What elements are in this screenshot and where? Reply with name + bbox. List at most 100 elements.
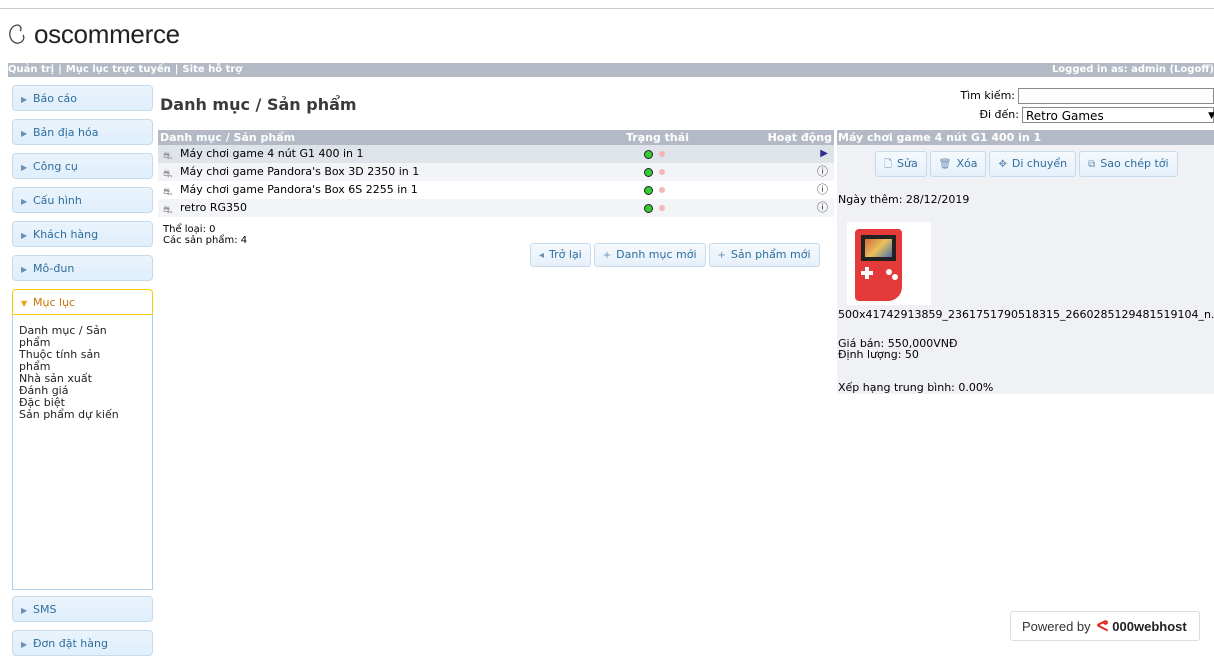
- product-image: [847, 222, 931, 305]
- search-label: Tìm kiếm:: [960, 89, 1015, 102]
- sidebar-item-label: Mục lục: [33, 296, 76, 309]
- chevron-left-icon: ◂: [539, 250, 545, 261]
- grid-counts: Thể loại: 0 Các sản phẩm: 4: [163, 224, 247, 246]
- new-product-label: Sản phẩm mới: [730, 248, 811, 261]
- back-button[interactable]: ◂ Trở lại: [530, 243, 591, 267]
- info-toolbar: 🗋 Sửa 🗑 Xóa ✥ Di chuyển ⧉ Sao chép tới: [875, 151, 1181, 177]
- sidebar-item-tools[interactable]: ▶ Công cụ: [12, 153, 153, 179]
- date-added: Ngày thêm: 28/12/2019: [838, 193, 970, 206]
- nav-online-catalog-link[interactable]: Mục lục trực tuyến: [66, 64, 171, 75]
- logged-in-status[interactable]: Logged in as: admin (Logoff): [1052, 63, 1214, 77]
- price-quantity: Giá bán: 550,000VNĐ Định lượng: 50: [838, 338, 957, 360]
- sidebar-item-orders[interactable]: ▶ Đơn đặt hàng: [12, 630, 153, 656]
- grid-header: Danh mục / Sản phẩm Trạng thái Hoạt động: [158, 130, 834, 145]
- plus-icon: +: [717, 250, 726, 261]
- header-status: Trạng thái: [626, 131, 689, 144]
- goto-label: Đi đến:: [979, 108, 1019, 121]
- powered-by-badge[interactable]: Powered by ᕙ 000webhost: [1010, 611, 1200, 641]
- info-icon[interactable]: ⓘ: [817, 199, 828, 217]
- sidebar-item-modules[interactable]: ▶ Mô-đun: [12, 255, 153, 281]
- nav-support-site-link[interactable]: Site hỗ trợ: [182, 64, 242, 75]
- sidebar-item-label: Công cụ: [33, 160, 78, 173]
- chevron-right-icon: ▶: [21, 231, 28, 240]
- submenu-product-attributes[interactable]: Thuộc tính sản phẩm: [19, 349, 129, 373]
- status-active-icon: [644, 150, 653, 159]
- info-title: Máy chơi game 4 nút G1 400 in 1: [837, 130, 1214, 145]
- chevron-right-icon: ▶: [21, 95, 28, 104]
- sidebar-item-reports[interactable]: ▶ Báo cáo: [12, 85, 153, 111]
- table-row[interactable]: ⛐ Máy chơi game 4 nút G1 400 in 1 ▶: [158, 145, 834, 163]
- status-inactive-icon[interactable]: [659, 151, 665, 157]
- chevron-right-icon: ▶: [21, 197, 28, 206]
- categories-count: Thể loại: 0: [163, 224, 216, 235]
- average-rating: Xếp hạng trung bình: 0.00%: [838, 381, 994, 394]
- status-active-icon: [644, 168, 653, 177]
- webhost-brand: 000webhost: [1112, 618, 1187, 634]
- grid-buttons: ◂ Trở lại + Danh mục mới + Sản phẩm mới: [530, 243, 823, 267]
- nav-admin-link[interactable]: Quản trị: [8, 64, 54, 75]
- product-icon: ⛐: [163, 203, 173, 216]
- goto-select[interactable]: Retro Games ▼: [1022, 106, 1214, 123]
- table-row[interactable]: ⛐ retro RG350 ⓘ: [158, 199, 834, 217]
- chevron-down-icon: ▼: [1208, 110, 1214, 121]
- webhost-logo-icon: ᕙ: [1096, 618, 1109, 635]
- sidebar-item-label: Mô-đun: [33, 262, 75, 275]
- back-button-label: Trở lại: [549, 248, 582, 261]
- sidebar-item-configuration[interactable]: ▶ Cấu hình: [12, 187, 153, 213]
- product-name[interactable]: Máy chơi game 4 nút G1 400 in 1: [180, 145, 364, 163]
- search-panel: Tìm kiếm: Đi đến: Retro Games ▼: [960, 86, 1214, 124]
- submenu-products-expected[interactable]: Sản phẩm dự kiến: [19, 409, 129, 421]
- new-category-label: Danh mục mới: [616, 248, 697, 261]
- product-quantity: Định lượng: 50: [838, 348, 919, 361]
- sidebar-item-label: Báo cáo: [33, 92, 78, 105]
- info-icon[interactable]: ⓘ: [817, 163, 828, 181]
- status-inactive-icon[interactable]: [659, 205, 665, 211]
- oscommerce-logo-icon: [9, 24, 25, 44]
- oscommerce-logo[interactable]: oscommerce: [8, 18, 180, 49]
- move-button[interactable]: ✥ Di chuyển: [989, 151, 1077, 177]
- status-active-icon: [644, 186, 653, 195]
- document-icon: 🗋: [884, 159, 893, 170]
- sidebar: ▶ Báo cáo ▶ Bản địa hóa ▶ Công cụ ▶ Cấu hình…: [12, 85, 153, 664]
- logo-text: oscommerce: [34, 18, 180, 49]
- edit-label: Sửa: [897, 157, 918, 170]
- status-inactive-icon[interactable]: [659, 187, 665, 193]
- sidebar-item-localization[interactable]: ▶ Bản địa hóa: [12, 119, 153, 145]
- chevron-right-icon: ▶: [21, 129, 28, 138]
- product-info-panel: Máy chơi game 4 nút G1 400 in 1 🗋 Sửa 🗑 Xó…: [837, 130, 1214, 394]
- copy-to-button[interactable]: ⧉ Sao chép tới: [1079, 151, 1178, 177]
- chevron-down-icon: ▼: [21, 299, 28, 308]
- chevron-right-icon: ▶: [21, 640, 28, 649]
- new-product-button[interactable]: + Sản phẩm mới: [708, 243, 820, 267]
- submenu-categories-products[interactable]: Danh mục / Sản phẩm: [19, 325, 129, 349]
- delete-label: Xóa: [956, 157, 978, 170]
- status-inactive-icon[interactable]: [659, 169, 665, 175]
- new-category-button[interactable]: + Danh mục mới: [593, 243, 706, 267]
- products-count: Các sản phẩm: 4: [163, 235, 248, 246]
- edit-button[interactable]: 🗋 Sửa: [875, 151, 927, 177]
- product-grid: Danh mục / Sản phẩm Trạng thái Hoạt động…: [158, 130, 834, 267]
- product-name[interactable]: Máy chơi game Pandora's Box 6S 2255 in 1: [180, 181, 418, 199]
- plus-icon: +: [602, 250, 612, 261]
- delete-button[interactable]: 🗑 Xóa: [929, 151, 987, 177]
- sidebar-item-label: SMS: [33, 603, 57, 616]
- info-icon[interactable]: ⓘ: [817, 181, 828, 199]
- product-name[interactable]: Máy chơi game Pandora's Box 3D 2350 in 1: [180, 163, 419, 181]
- chevron-right-icon: ▶: [21, 163, 28, 172]
- sidebar-item-label: Bản địa hóa: [33, 126, 99, 139]
- copy-label: Sao chép tới: [1100, 157, 1169, 170]
- product-name[interactable]: retro RG350: [180, 199, 247, 217]
- search-input[interactable]: [1018, 87, 1214, 104]
- status-active-icon: [644, 204, 653, 213]
- sidebar-item-label: Cấu hình: [33, 194, 82, 207]
- copy-icon: ⧉: [1088, 159, 1096, 170]
- table-row[interactable]: ⛐ Máy chơi game Pandora's Box 3D 2350 in…: [158, 163, 834, 181]
- sidebar-item-sms[interactable]: ▶ SMS: [12, 596, 153, 622]
- status-toggle: [644, 204, 665, 222]
- sidebar-item-customers[interactable]: ▶ Khách hàng: [12, 221, 153, 247]
- table-row[interactable]: ⛐ Máy chơi game Pandora's Box 6S 2255 in…: [158, 181, 834, 199]
- sidebar-item-catalog[interactable]: ▼ Mục lục: [12, 289, 153, 315]
- move-label: Di chuyển: [1011, 157, 1068, 170]
- powered-by-text: Powered by: [1022, 618, 1091, 634]
- page-title: Danh mục / Sản phẩm: [160, 95, 357, 114]
